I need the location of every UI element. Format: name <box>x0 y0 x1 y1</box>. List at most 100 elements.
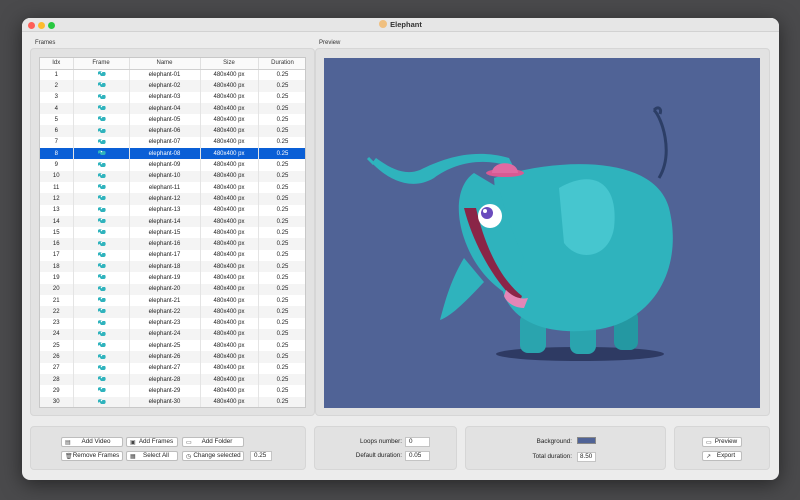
table-row[interactable]: 15 elephant-15 480x400 px 0.25 <box>40 227 305 239</box>
add-folder-label: Add Folder <box>201 438 233 445</box>
export-button-label: Export <box>716 452 736 459</box>
cell-name: elephant-10 <box>129 170 201 182</box>
table-row[interactable]: 26 elephant-26 480x400 px 0.25 <box>40 351 305 363</box>
elephant-thumbnail-icon <box>97 307 106 314</box>
loops-field[interactable]: 0 <box>405 437 430 447</box>
table-row[interactable]: 22 elephant-22 480x400 px 0.25 <box>40 306 305 318</box>
column-header-size[interactable]: Size <box>200 58 259 70</box>
table-row[interactable]: 4 elephant-04 480x400 px 0.25 <box>40 102 305 115</box>
default-duration-label: Default duration: <box>355 452 402 459</box>
preview-button[interactable]: ▭ Preview <box>702 437 742 447</box>
cell-frame <box>73 328 130 341</box>
cell-size: 480x400 px <box>200 227 259 239</box>
cell-frame <box>73 272 130 284</box>
cell-duration: 0.25 <box>258 159 305 171</box>
table-row[interactable]: 25 elephant-25 480x400 px 0.25 <box>40 340 305 352</box>
title-bar: Elephant <box>22 18 779 32</box>
cell-duration: 0.25 <box>258 125 305 137</box>
table-row[interactable]: 10 elephant-10 480x400 px 0.25 <box>40 170 305 182</box>
cell-size: 480x400 px <box>200 385 259 397</box>
cell-size: 480x400 px <box>200 102 259 115</box>
cell-name: elephant-17 <box>129 249 201 262</box>
cell-size: 480x400 px <box>200 249 259 262</box>
cell-duration: 0.25 <box>258 283 305 295</box>
cell-frame <box>73 114 130 126</box>
export-icon: ↗ <box>706 454 712 460</box>
table-row[interactable]: 1 elephant-01 480x400 px 0.25 <box>40 69 305 81</box>
table-row[interactable]: 9 elephant-09 480x400 px 0.25 <box>40 159 305 171</box>
film-icon: ▤ <box>65 440 71 446</box>
add-folder-button[interactable]: ▭ Add Folder <box>182 437 244 447</box>
table-row[interactable]: 29 elephant-29 480x400 px 0.25 <box>40 385 305 397</box>
frames-table[interactable]: Idx Frame Name Size Duration 1 elephant-0… <box>39 57 306 408</box>
cell-duration: 0.25 <box>258 227 305 239</box>
table-row[interactable]: 5 elephant-05 480x400 px 0.25 <box>40 114 305 126</box>
table-row[interactable]: 19 elephant-19 480x400 px 0.25 <box>40 272 305 284</box>
column-header-name[interactable]: Name <box>129 58 201 70</box>
cell-size: 480x400 px <box>200 114 259 126</box>
table-row[interactable]: 23 elephant-23 480x400 px 0.25 <box>40 317 305 329</box>
table-row[interactable]: 20 elephant-20 480x400 px 0.25 <box>40 283 305 295</box>
table-row[interactable]: 14 elephant-14 480x400 px 0.25 <box>40 215 305 228</box>
cell-name: elephant-23 <box>129 317 201 329</box>
cell-frame <box>73 215 130 228</box>
folder-icon: ▭ <box>186 440 192 446</box>
cell-frame <box>73 374 130 386</box>
table-row[interactable]: 13 elephant-13 480x400 px 0.25 <box>40 204 305 216</box>
table-row[interactable]: 8 elephant-08 480x400 px 0.25 <box>40 148 305 160</box>
table-row[interactable]: 16 elephant-16 480x400 px 0.25 <box>40 238 305 250</box>
table-row[interactable]: 18 elephant-18 480x400 px 0.25 <box>40 261 305 273</box>
table-row[interactable]: 6 elephant-06 480x400 px 0.25 <box>40 125 305 137</box>
background-color-well[interactable] <box>577 437 596 444</box>
cell-size: 480x400 px <box>200 396 259 407</box>
add-video-button[interactable]: ▤ Add Video <box>61 437 123 447</box>
select-all-label: Select All <box>143 452 169 459</box>
cell-idx: 5 <box>40 114 74 126</box>
elephant-thumbnail-icon <box>97 262 106 269</box>
add-frames-button[interactable]: ▣ Add Frames <box>126 437 178 447</box>
table-row[interactable]: 3 elephant-03 480x400 px 0.25 <box>40 91 305 103</box>
elephant-thumbnail-icon <box>97 375 106 382</box>
table-row[interactable]: 7 elephant-07 480x400 px 0.25 <box>40 136 305 149</box>
change-duration-field[interactable]: 0.25 <box>250 451 272 461</box>
cell-idx: 25 <box>40 340 74 352</box>
cell-idx: 15 <box>40 227 74 239</box>
preview-section-label: Preview <box>319 40 341 46</box>
cell-size: 480x400 px <box>200 306 259 318</box>
select-all-button[interactable]: ▦ Select All <box>126 451 178 461</box>
cell-duration: 0.25 <box>258 69 305 81</box>
cell-size: 480x400 px <box>200 80 259 92</box>
table-row[interactable]: 27 elephant-27 480x400 px 0.25 <box>40 362 305 375</box>
cell-duration: 0.25 <box>258 136 305 149</box>
table-row[interactable]: 24 elephant-24 480x400 px 0.25 <box>40 328 305 341</box>
table-row[interactable]: 17 elephant-17 480x400 px 0.25 <box>40 249 305 262</box>
table-row[interactable]: 30 elephant-30 480x400 px 0.25 <box>40 396 305 407</box>
cell-idx: 28 <box>40 374 74 386</box>
elephant-thumbnail-icon <box>97 183 106 190</box>
default-duration-field[interactable]: 0.05 <box>405 451 430 461</box>
cell-duration: 0.25 <box>258 204 305 216</box>
table-row[interactable]: 12 elephant-12 480x400 px 0.25 <box>40 193 305 205</box>
cell-frame <box>73 340 130 352</box>
cell-duration: 0.25 <box>258 306 305 318</box>
elephant-thumbnail-icon <box>97 398 106 404</box>
table-row[interactable]: 2 elephant-02 480x400 px 0.25 <box>40 80 305 92</box>
cell-idx: 3 <box>40 91 74 103</box>
column-header-duration[interactable]: Duration <box>258 58 305 70</box>
cell-idx: 2 <box>40 80 74 92</box>
cell-duration: 0.25 <box>258 374 305 386</box>
column-header-frame[interactable]: Frame <box>73 58 130 70</box>
export-button[interactable]: ↗ Export <box>702 451 742 461</box>
column-header-idx[interactable]: Idx <box>40 58 74 70</box>
cell-size: 480x400 px <box>200 283 259 295</box>
cell-idx: 16 <box>40 238 74 250</box>
change-selected-button[interactable]: ◷ Change selected <box>182 451 244 461</box>
table-row[interactable]: 21 elephant-21 480x400 px 0.25 <box>40 294 305 307</box>
table-row[interactable]: 11 elephant-11 480x400 px 0.25 <box>40 181 305 194</box>
cell-idx: 30 <box>40 396 74 407</box>
cell-duration: 0.25 <box>258 114 305 126</box>
cell-idx: 29 <box>40 385 74 397</box>
remove-frames-button[interactable]: 🗑 Remove Frames <box>61 451 123 461</box>
table-row[interactable]: 28 elephant-28 480x400 px 0.25 <box>40 374 305 386</box>
cell-frame <box>73 181 130 194</box>
